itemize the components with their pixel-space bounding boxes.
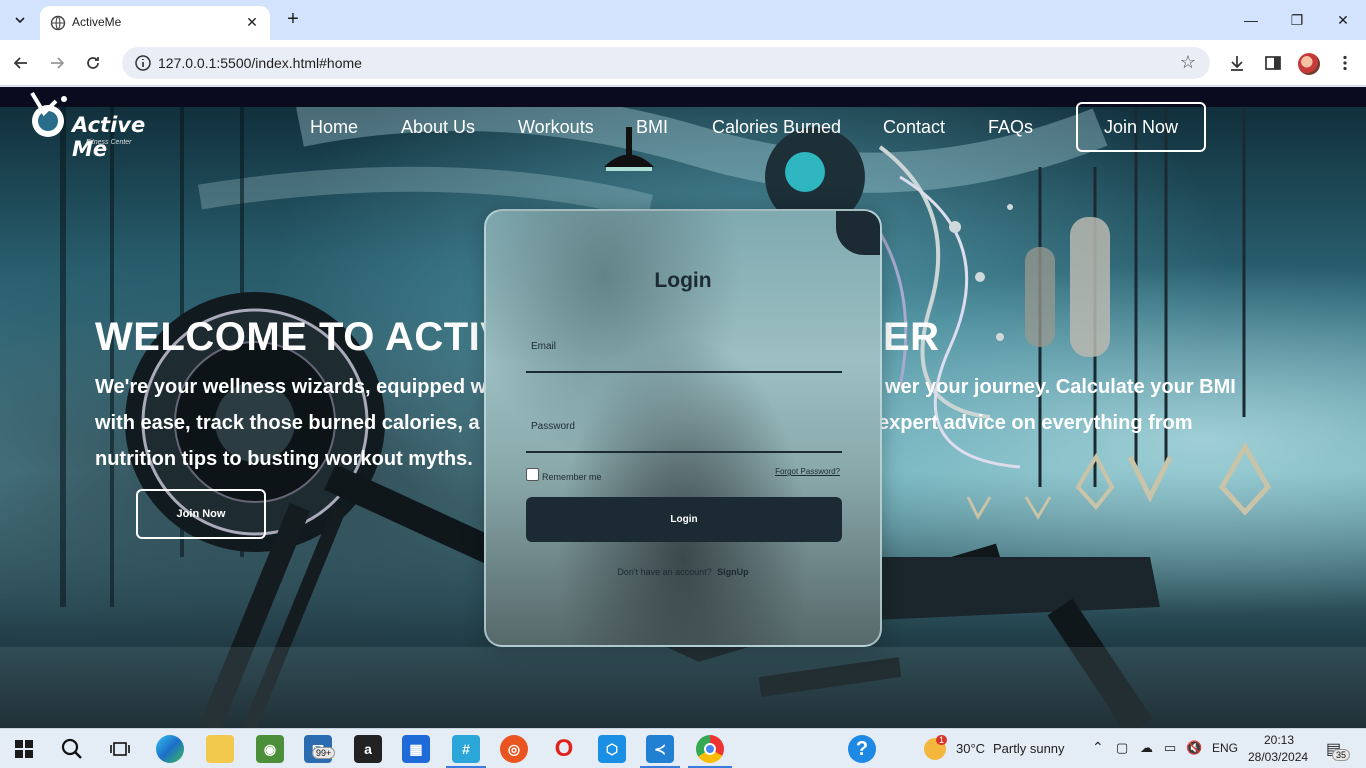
signup-link[interactable]: SignUp bbox=[717, 567, 749, 577]
ubuntu-app-icon[interactable]: ◎ bbox=[500, 735, 528, 763]
minimize-button[interactable]: ― bbox=[1228, 6, 1274, 34]
mail-badge: 99+ bbox=[312, 747, 336, 759]
logo-figure-icon bbox=[30, 91, 67, 137]
weather-temperature[interactable]: 30°C bbox=[956, 741, 985, 756]
tab-search-button[interactable] bbox=[8, 8, 32, 32]
profile-avatar[interactable] bbox=[1298, 53, 1320, 75]
hero-line-3: nutrition tips to busting workout myths. bbox=[95, 448, 473, 470]
nav-contact[interactable]: Contact bbox=[883, 117, 945, 138]
tripadvisor-app-icon[interactable]: ◉ bbox=[256, 735, 284, 763]
arrow-right-icon bbox=[51, 57, 65, 69]
edge-app-icon[interactable] bbox=[156, 735, 184, 763]
reload-button[interactable] bbox=[80, 50, 106, 76]
weather-description[interactable]: Partly sunny bbox=[993, 741, 1065, 756]
email-field[interactable]: Email bbox=[526, 333, 842, 373]
close-window-button[interactable]: ✕ bbox=[1320, 6, 1366, 34]
globe-icon bbox=[50, 15, 66, 31]
back-button[interactable] bbox=[8, 50, 34, 76]
modal-close-corner[interactable] bbox=[836, 211, 880, 255]
email-label: Email bbox=[531, 341, 557, 352]
store-app-icon[interactable]: ▦ bbox=[402, 735, 430, 763]
clock-date[interactable]: 28/03/2024 bbox=[1248, 750, 1308, 764]
start-button[interactable] bbox=[10, 735, 38, 763]
battery-icon[interactable]: ▭ bbox=[1164, 740, 1176, 756]
reload-icon bbox=[87, 57, 99, 69]
arrow-left-icon bbox=[13, 57, 27, 69]
info-icon[interactable] bbox=[134, 54, 152, 72]
search-taskbar-button[interactable] bbox=[58, 735, 86, 763]
nav-faqs[interactable]: FAQs bbox=[988, 117, 1033, 138]
new-tab-button[interactable]: + bbox=[282, 9, 304, 31]
remember-me-label: Remember me bbox=[542, 472, 602, 482]
logo-text: Active Me bbox=[72, 113, 146, 161]
nav-calories-burned[interactable]: Calories Burned bbox=[712, 117, 841, 138]
hero-title-right: ER bbox=[883, 315, 940, 359]
forgot-password-link[interactable]: Forgot Password? bbox=[775, 467, 840, 476]
nav-bmi[interactable]: BMI bbox=[636, 117, 668, 138]
forward-button[interactable] bbox=[44, 50, 70, 76]
no-account-text: Don't have an account? bbox=[617, 567, 712, 577]
remember-me-row: Remember me bbox=[526, 467, 602, 482]
login-button[interactable]: Login bbox=[526, 497, 842, 542]
restore-button[interactable]: ❐ bbox=[1274, 6, 1320, 34]
download-icon[interactable] bbox=[1226, 52, 1248, 74]
clock-time[interactable]: 20:13 bbox=[1264, 733, 1294, 747]
search-icon bbox=[61, 738, 82, 759]
hero-line-2: with ease, track those burned calories, … bbox=[95, 412, 480, 434]
signup-row: Don't have an account? SignUp bbox=[486, 567, 880, 577]
chrome-app-icon[interactable] bbox=[696, 735, 724, 763]
file-explorer-icon[interactable] bbox=[206, 735, 234, 763]
browser-tab[interactable]: ActiveMe ✕ bbox=[40, 6, 270, 40]
weather-badge: 1 bbox=[936, 735, 948, 745]
join-now-hero-button[interactable]: Join Now bbox=[136, 489, 266, 539]
taskbar: ◉ ✉ 99+ a ▦ # ◎ O ⬡ ≺ ? 1 30°C Partly su… bbox=[0, 728, 1366, 768]
chevron-down-icon bbox=[15, 17, 25, 24]
help-icon[interactable]: ? bbox=[848, 735, 876, 763]
notification-badge: 35 bbox=[1332, 749, 1351, 761]
vscode-app-icon[interactable]: ≺ bbox=[646, 735, 674, 763]
slack-app-icon[interactable]: # bbox=[452, 735, 480, 763]
onedrive-icon[interactable]: ☁ bbox=[1140, 740, 1153, 756]
remember-me-checkbox[interactable] bbox=[526, 468, 539, 481]
login-modal: Login Email Password Remember me Forgot … bbox=[484, 209, 882, 647]
close-tab-icon[interactable]: ✕ bbox=[242, 12, 262, 32]
task-view-button[interactable] bbox=[106, 735, 134, 763]
nav-about-us[interactable]: About Us bbox=[401, 117, 475, 138]
login-title: Login bbox=[654, 269, 712, 292]
tab-title: ActiveMe bbox=[72, 15, 122, 29]
hero-title: WELCOME TO ACTIV ER bbox=[95, 315, 939, 360]
site-logo[interactable]: Active Me Fitness Center bbox=[26, 91, 186, 161]
windows-logo-icon bbox=[15, 740, 33, 758]
hero-line-1: We're your wellness wizards, equipped w bbox=[95, 376, 487, 398]
language-indicator[interactable]: ENG bbox=[1212, 741, 1238, 755]
url-text[interactable]: 127.0.0.1:5500/index.html#home bbox=[158, 55, 362, 71]
menu-kebab-icon[interactable] bbox=[1334, 52, 1356, 74]
hero-line-1-right: wer your journey. Calculate your BMI bbox=[885, 376, 1236, 398]
chevron-up-icon[interactable]: ⌃ bbox=[1092, 739, 1104, 756]
nav-workouts[interactable]: Workouts bbox=[518, 117, 594, 138]
browser-toolbar: 127.0.0.1:5500/index.html#home ☆ bbox=[0, 40, 1366, 86]
password-field[interactable]: Password bbox=[526, 413, 842, 453]
opera-app-icon[interactable]: O bbox=[550, 735, 578, 763]
hero-title-left: WELCOME TO ACTIV bbox=[95, 315, 508, 359]
volume-muted-icon[interactable]: 🔇 bbox=[1186, 740, 1202, 756]
password-label: Password bbox=[531, 421, 575, 432]
address-bar[interactable]: 127.0.0.1:5500/index.html#home ☆ bbox=[122, 47, 1210, 79]
remote-app-icon[interactable]: ⬡ bbox=[598, 735, 626, 763]
meet-now-icon[interactable]: ▢ bbox=[1116, 740, 1128, 756]
bookmark-star-icon[interactable]: ☆ bbox=[1180, 52, 1196, 73]
hero-line-2-right: expert advice on everything from bbox=[878, 412, 1193, 434]
task-view-icon bbox=[110, 742, 130, 756]
logo-tagline: Fitness Center bbox=[86, 139, 132, 146]
amazon-app-icon[interactable]: a bbox=[354, 735, 382, 763]
join-now-header-button[interactable]: Join Now bbox=[1076, 102, 1206, 152]
page-viewport: Active Me Fitness Center Home About Us W… bbox=[0, 87, 1366, 728]
nav-home[interactable]: Home bbox=[310, 117, 358, 138]
side-panel-icon[interactable] bbox=[1262, 52, 1284, 74]
tab-strip: ActiveMe ✕ + ― ❐ ✕ bbox=[0, 0, 1366, 40]
